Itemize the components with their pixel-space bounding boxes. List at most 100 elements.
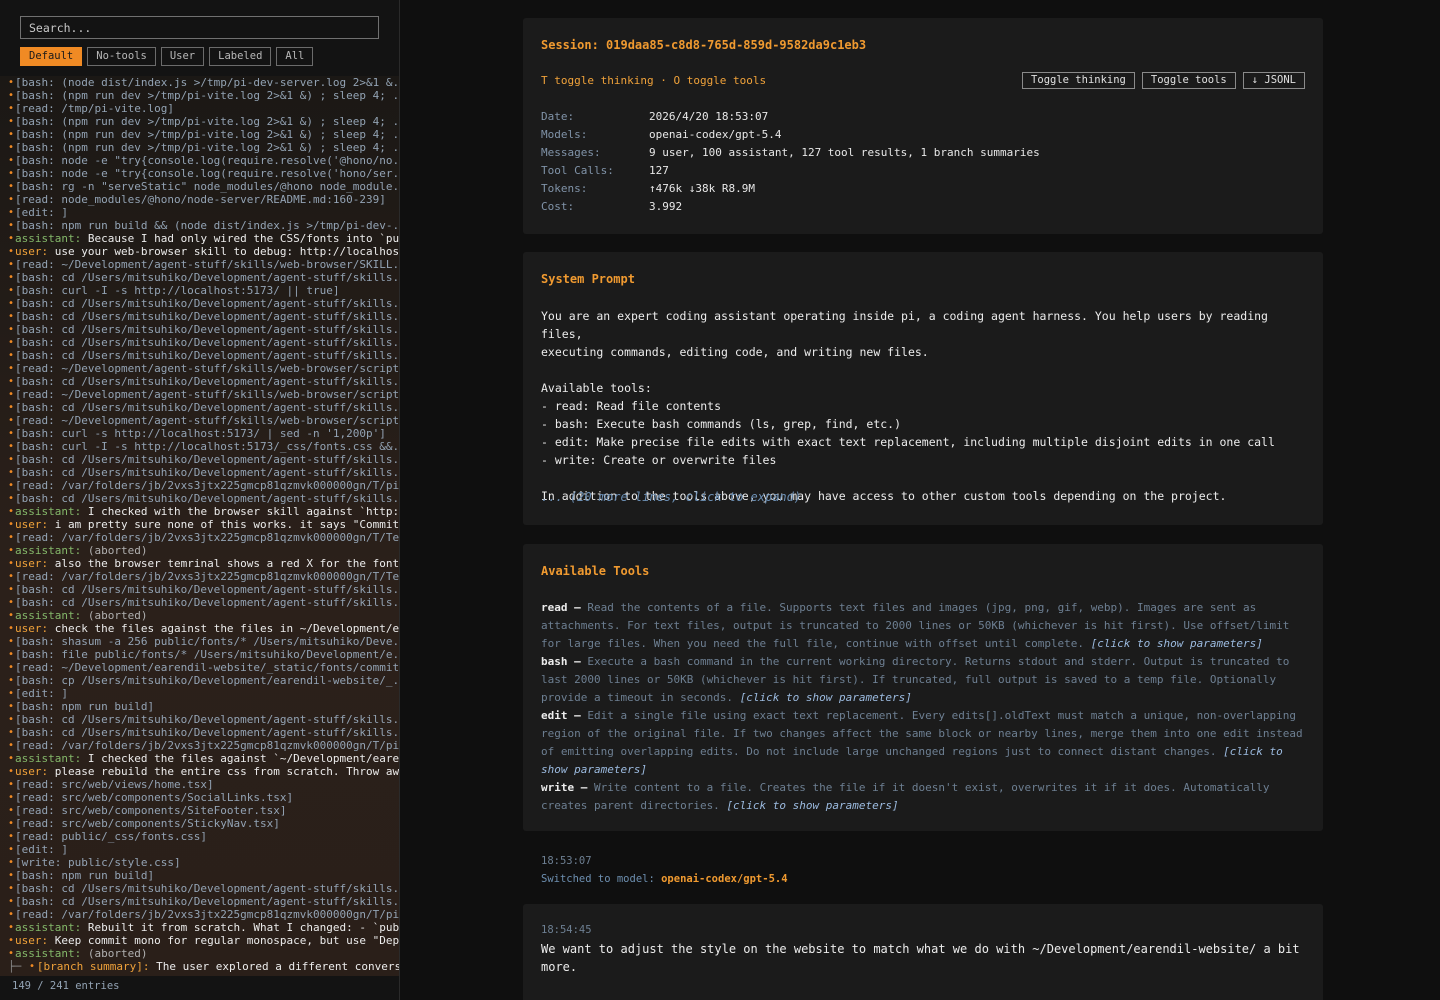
bullet-icon: • [8,831,15,842]
bullet-icon: • [8,857,15,868]
entry-item[interactable]: • [read: /var/folders/jb/2vxs3jtx225gmcp8… [0,479,399,492]
entry-item[interactable]: • [bash: (npm run dev >/tmp/pi-vite.log 2… [0,141,399,154]
entry-item[interactable]: • assistant: (aborted) [0,609,399,622]
entry-item[interactable]: • [bash: cd /Users/mitsuhiko/Development/… [0,401,399,414]
filter-default-button[interactable]: Default [20,47,83,66]
entry-item[interactable]: • [read: ~/Development/agent-stuff/skills… [0,362,399,375]
entry-item[interactable]: • [read: node_modules/@hono/node-server/R… [0,193,399,206]
entry-item[interactable]: • [bash: cd /Users/mitsuhiko/Development/… [0,453,399,466]
filter-user-button[interactable]: User [160,47,205,66]
show-parameters-link[interactable]: [click to show parameters] [1091,637,1263,650]
entry-item[interactable]: • user: also the browser temrinal shows a… [0,557,399,570]
show-parameters-link[interactable]: [click to show parameters] [740,691,912,704]
entry-item[interactable]: • [bash: npm run build] [0,700,399,713]
entry-text: [bash: cd /Users/mitsuhiko/Development/a… [15,882,399,895]
entry-item[interactable]: • [bash: curl -I -s http://localhost:5173… [0,284,399,297]
expand-system-prompt-link[interactable]: ... (20 more lines, click to expand) [541,490,801,504]
entry-item[interactable]: • [bash: cd /Users/mitsuhiko/Development/… [0,713,399,726]
entry-item[interactable]: • [read: /var/folders/jb/2vxs3jtx225gmcp8… [0,739,399,752]
bullet-icon: • [8,818,15,829]
entry-list: • [bash: (node dist/index.js >/tmp/pi-dev… [0,76,399,976]
search-input[interactable] [20,16,379,39]
entry-item[interactable]: • assistant: Because I had only wired the… [0,232,399,245]
entry-item[interactable]: • [bash: cd /Users/mitsuhiko/Development/… [0,271,399,284]
entry-item[interactable]: • [read: /var/folders/jb/2vxs3jtx225gmcp8… [0,908,399,921]
entry-item[interactable]: • [bash: (npm run dev >/tmp/pi-vite.log 2… [0,115,399,128]
entry-item[interactable]: • [bash: rg -n "serveStatic" node_modules… [0,180,399,193]
entry-item[interactable]: • [bash: (npm run dev >/tmp/pi-vite.log 2… [0,128,399,141]
bullet-icon: • [8,610,15,621]
entry-item[interactable]: • [read: /var/folders/jb/2vxs3jtx225gmcp8… [0,570,399,583]
entry-item[interactable]: • [bash: cd /Users/mitsuhiko/Development/… [0,336,399,349]
entry-item[interactable]: • user: please rebuild the entire css fro… [0,765,399,778]
entry-item[interactable]: • [bash: node -e "try{console.log(require… [0,154,399,167]
filter-all-button[interactable]: All [276,47,314,66]
show-parameters-link[interactable]: [click to show parameters] [726,799,898,812]
entry-text: [bash: cd /Users/mitsuhiko/Development/a… [15,583,399,596]
model-switch-time: 18:53:07 [541,855,592,867]
entry-item[interactable]: • assistant: (aborted) [0,947,399,960]
entry-item[interactable]: • [read: public/_css/fonts.css] [0,830,399,843]
entry-item[interactable]: • [read: src/web/components/SiteFooter.ts… [0,804,399,817]
entry-item[interactable]: • [read: src/web/views/home.tsx] [0,778,399,791]
entry-item[interactable]: • [bash: cd /Users/mitsuhiko/Development/… [0,375,399,388]
bullet-icon: • [8,506,15,517]
entry-item[interactable]: • [bash: cd /Users/mitsuhiko/Development/… [0,310,399,323]
entry-text: Because I had only wired the CSS/fonts i… [87,232,399,245]
entry-item[interactable]: • [read: ~/Development/agent-stuff/skills… [0,258,399,271]
entry-item[interactable]: • assistant: (aborted) [0,544,399,557]
header-buttons: Toggle thinking Toggle tools ↓ JSONL [1022,72,1305,89]
entry-item[interactable]: • [bash: cd /Users/mitsuhiko/Development/… [0,492,399,505]
entry-item[interactable]: • [bash: cd /Users/mitsuhiko/Development/… [0,349,399,362]
entry-item[interactable]: • [edit: ] [0,687,399,700]
entry-item[interactable]: • [bash: cd /Users/mitsuhiko/Development/… [0,583,399,596]
entry-item[interactable]: • [bash: cd /Users/mitsuhiko/Development/… [0,726,399,739]
entry-item[interactable]: • [bash: npm run build] [0,869,399,882]
entry-item[interactable]: • [bash: file public/fonts/* /Users/mitsu… [0,648,399,661]
entry-item[interactable]: • [bash: curl -s http://localhost:5173/ |… [0,427,399,440]
entry-item[interactable]: • [read: ~/Development/agent-stuff/skills… [0,388,399,401]
entry-item[interactable]: • user: check the files against the files… [0,622,399,635]
entry-item[interactable]: • [bash: cd /Users/mitsuhiko/Development/… [0,466,399,479]
bullet-icon: • [8,181,15,192]
entry-item[interactable]: • [bash: cp /Users/mitsuhiko/Development/… [0,674,399,687]
entry-item[interactable]: • [read: ~/Development/earendil-website/_… [0,661,399,674]
entry-item[interactable]: • [bash: cd /Users/mitsuhiko/Development/… [0,882,399,895]
entry-item[interactable]: • [bash: cd /Users/mitsuhiko/Development/… [0,297,399,310]
entry-item[interactable]: ├─ • [branch summary]: The user explored … [0,960,399,973]
user-message-text: We want to adjust the style on the websi… [541,942,1300,974]
entry-item[interactable]: • user: i am pretty sure none of this wor… [0,518,399,531]
download-jsonl-button[interactable]: ↓ JSONL [1242,72,1305,89]
entry-item[interactable]: • assistant: I checked with the browser s… [0,505,399,518]
entry-item[interactable]: • [edit: ] [0,206,399,219]
entry-text: [bash: cd /Users/mitsuhiko/Development/a… [15,492,399,505]
entry-item[interactable]: • [read: /tmp/pi-vite.log] [0,102,399,115]
entry-item[interactable]: • [read: /var/folders/jb/2vxs3jtx225gmcp8… [0,531,399,544]
entry-item[interactable]: • [bash: cd /Users/mitsuhiko/Development/… [0,323,399,336]
entry-item[interactable]: • assistant: Rebuilt it from scratch. Wha… [0,921,399,934]
entry-item[interactable]: • user: use your web-browser skill to deb… [0,245,399,258]
entry-item[interactable]: • [read: src/web/components/StickyNav.tsx… [0,817,399,830]
entry-item[interactable]: • [read: ~/Development/agent-stuff/skills… [0,414,399,427]
entry-item[interactable]: • [bash: curl -I -s http://localhost:5173… [0,440,399,453]
entry-item[interactable]: • [bash: npm run build && (node dist/inde… [0,219,399,232]
entry-item[interactable]: • [bash: (node dist/index.js >/tmp/pi-dev… [0,76,399,89]
entry-item[interactable]: • assistant: I checked the files against … [0,752,399,765]
entry-item[interactable]: • [bash: (npm run dev >/tmp/pi-vite.log 2… [0,89,399,102]
filter-no-tools-button[interactable]: No-tools [87,47,156,66]
entry-item[interactable]: • user: Keep commit mono for regular mono… [0,934,399,947]
toggle-thinking-button[interactable]: Toggle thinking [1022,72,1135,89]
entry-item[interactable]: • [bash: cd /Users/mitsuhiko/Development/… [0,895,399,908]
entry-item[interactable]: • [bash: node -e "try{console.log(require… [0,167,399,180]
filter-labeled-button[interactable]: Labeled [209,47,272,66]
bullet-icon: • [8,259,15,270]
entry-item[interactable]: • [read: src/web/components/SocialLinks.t… [0,791,399,804]
entry-item[interactable]: • [edit: ] [0,843,399,856]
bullet-icon: • [8,545,15,556]
bullet-icon: • [8,285,15,296]
toggle-tools-button[interactable]: Toggle tools [1141,72,1236,89]
entry-item[interactable]: • [bash: cd /Users/mitsuhiko/Development/… [0,596,399,609]
entry-item[interactable]: • [write: public/style.css] [0,856,399,869]
entry-item[interactable]: • [bash: shasum -a 256 public/fonts/* /Us… [0,635,399,648]
meta-row: Models: openai-codex/gpt-5.4 [541,128,1040,146]
